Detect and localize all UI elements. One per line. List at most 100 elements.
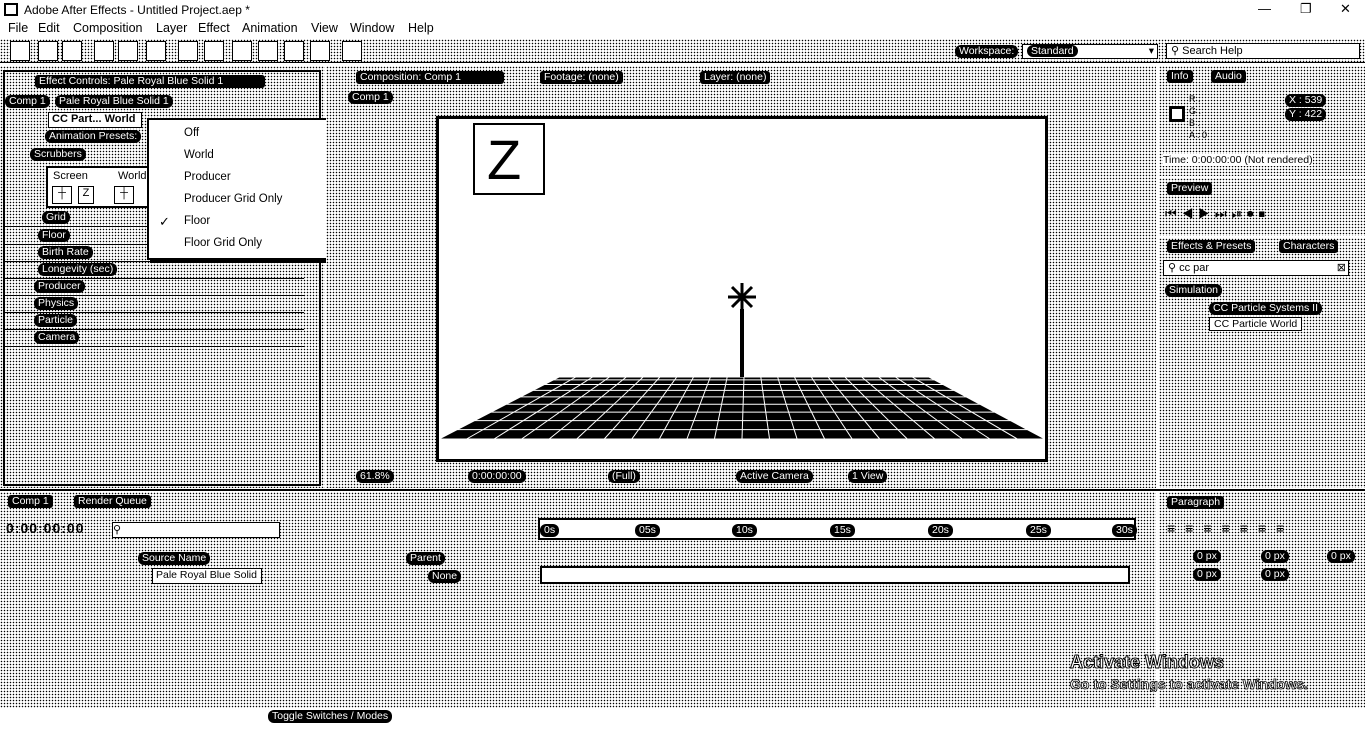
property-row-longevity[interactable]: Longevity (sec): [4, 262, 304, 279]
category-simulation[interactable]: Simulation: [1165, 284, 1223, 297]
close-button[interactable]: ✕: [1340, 1, 1351, 17]
timeline-timecode[interactable]: 0:00:00:00: [6, 520, 85, 536]
tab-footage[interactable]: Footage: (none): [540, 71, 623, 84]
activation-watermark-title: Activate Windows: [1070, 652, 1225, 673]
preview-transport-icons[interactable]: ⏮◀▶⏭⏯⏺⏹: [1165, 206, 1361, 222]
selection-tool-icon[interactable]: [10, 41, 30, 61]
breadcrumb-comp[interactable]: Comp 1: [5, 95, 50, 108]
current-time[interactable]: 0:00:00:00: [468, 470, 526, 483]
hand-tool-icon[interactable]: [38, 41, 58, 61]
tab-audio[interactable]: Audio: [1211, 70, 1246, 83]
time-ruler[interactable]: 0s 05s 10s 15s 20s 25s 30s: [538, 518, 1137, 540]
space-after-field[interactable]: 0 px: [1261, 568, 1289, 581]
text-tool-icon[interactable]: [232, 41, 252, 61]
workspace-value: Standard: [1027, 45, 1078, 57]
space-before-field[interactable]: 0 px: [1193, 568, 1221, 581]
column-parent[interactable]: Parent: [406, 552, 445, 565]
resolution-select[interactable]: (Full): [608, 470, 640, 483]
timeline-search-input[interactable]: ⚲: [112, 522, 280, 538]
indent-right-field[interactable]: 0 px: [1327, 550, 1355, 563]
indent-left-field[interactable]: 0 px: [1193, 550, 1221, 563]
menu-edit[interactable]: Edit: [38, 21, 60, 35]
grid-position-dropdown: Off World Producer Producer Grid Only ✓ …: [147, 118, 341, 260]
info-r: R :: [1189, 94, 1201, 104]
search-icon: ⚲: [1168, 262, 1180, 274]
pan-behind-tool-icon[interactable]: [146, 41, 166, 61]
tab-paragraph[interactable]: Paragraph: [1167, 496, 1225, 509]
info-g: G :: [1189, 106, 1202, 116]
brush-tool-icon[interactable]: [258, 41, 278, 61]
menu-view[interactable]: View: [311, 21, 338, 35]
menu-help[interactable]: Help: [408, 21, 434, 35]
ruler-mark: 25s: [1026, 524, 1051, 537]
comp-button[interactable]: Comp 1: [348, 91, 393, 104]
puppet-tool-icon[interactable]: [342, 41, 362, 61]
title-bar: Adobe After Effects - Untitled Project.a…: [0, 0, 1365, 19]
tab-info[interactable]: Info: [1167, 70, 1193, 83]
window-title: Adobe After Effects - Untitled Project.a…: [24, 3, 250, 17]
eraser-tool-icon[interactable]: [310, 41, 330, 61]
world-xy-icon[interactable]: ┼: [114, 186, 134, 204]
effect-cc-particle-systems[interactable]: CC Particle Systems II: [1209, 302, 1323, 315]
color-swatch: [1169, 106, 1185, 122]
rotate-tool-icon[interactable]: [94, 41, 114, 61]
menu-animation[interactable]: Animation: [242, 21, 298, 35]
effects-search-input[interactable]: ⚲ cc par ⊠: [1163, 260, 1349, 276]
clone-tool-icon[interactable]: [284, 41, 304, 61]
menu-effect[interactable]: Effect: [198, 21, 230, 35]
property-row-producer[interactable]: Producer: [4, 279, 304, 296]
tab-composition[interactable]: Composition: Comp 1: [356, 71, 504, 84]
pen-tool-icon[interactable]: [204, 41, 224, 61]
clear-search-icon[interactable]: ⊠: [1337, 261, 1346, 274]
tab-preview[interactable]: Preview: [1167, 182, 1213, 195]
menu-composition[interactable]: Composition: [73, 21, 142, 35]
scrubbers-label[interactable]: Scrubbers: [30, 148, 86, 161]
column-source-name[interactable]: Source Name: [138, 552, 211, 565]
view-layout-select[interactable]: 1 View: [848, 470, 888, 483]
property-row-camera[interactable]: Camera: [4, 330, 304, 347]
search-help-field[interactable]: ⚲ Search Help: [1166, 43, 1360, 59]
dropdown-option-producer[interactable]: Producer: [184, 171, 231, 183]
dropdown-option-off[interactable]: Off: [184, 127, 199, 139]
effects-search-value: cc par: [1179, 262, 1210, 274]
tab-effects-presets[interactable]: Effects & Presets: [1167, 240, 1256, 253]
active-camera-select[interactable]: Active Camera: [736, 470, 813, 483]
tools-bar: Workspace: Standard ▾ ⚲ Search Help: [0, 39, 1365, 63]
dropdown-option-floor[interactable]: Floor: [184, 215, 210, 227]
zoom-tool-icon[interactable]: [62, 41, 82, 61]
tab-effect-controls[interactable]: Effect Controls: Pale Royal Blue Solid 1: [35, 75, 265, 88]
toggle-switches-modes[interactable]: Toggle Switches / Modes: [268, 710, 393, 723]
composition-viewer[interactable]: Z: [436, 116, 1048, 462]
property-row-particle[interactable]: Particle: [4, 313, 304, 330]
property-label: Producer: [34, 280, 85, 293]
zoom-select[interactable]: 61.8%: [356, 470, 394, 483]
dropdown-option-producer-grid-only[interactable]: Producer Grid Only: [184, 193, 282, 205]
tab-layer[interactable]: Layer: (none): [700, 71, 771, 84]
property-row-physics[interactable]: Physics: [4, 296, 304, 313]
indent-first-field[interactable]: 0 px: [1261, 550, 1289, 563]
minimize-button[interactable]: —: [1258, 1, 1271, 16]
layer-duration-bar[interactable]: [540, 566, 1130, 584]
parent-select[interactable]: None: [428, 570, 462, 583]
workspace-select[interactable]: Standard ▾: [1022, 44, 1158, 59]
tab-comp-timeline[interactable]: Comp 1: [8, 495, 53, 508]
checkmark-icon: ✓: [159, 214, 170, 229]
dropdown-option-world[interactable]: World: [184, 149, 214, 161]
layer-name[interactable]: Pale Royal Blue Solid 1: [152, 568, 262, 584]
maximize-button[interactable]: ❐: [1300, 1, 1312, 17]
tab-render-queue[interactable]: Render Queue: [74, 495, 151, 508]
effect-name-header[interactable]: CC Part... World: [48, 112, 142, 128]
menu-layer[interactable]: Layer: [156, 21, 187, 35]
move-xy-icon[interactable]: ┼: [52, 186, 72, 204]
menu-file[interactable]: File: [8, 21, 28, 35]
breadcrumb-layer[interactable]: Pale Royal Blue Solid 1: [55, 95, 173, 108]
move-z-icon[interactable]: Z: [78, 186, 94, 204]
effect-cc-particle-world[interactable]: CC Particle World: [1209, 317, 1303, 331]
alignment-buttons[interactable]: ≡≡≡≡≡≡≡: [1167, 520, 1294, 536]
chevron-down-icon: ▾: [1148, 45, 1154, 57]
shape-tool-icon[interactable]: [178, 41, 198, 61]
menu-window[interactable]: Window: [350, 21, 394, 35]
dropdown-option-floor-grid-only[interactable]: Floor Grid Only: [184, 237, 262, 249]
tab-characters[interactable]: Characters: [1279, 240, 1339, 253]
camera-tool-icon[interactable]: [118, 41, 138, 61]
